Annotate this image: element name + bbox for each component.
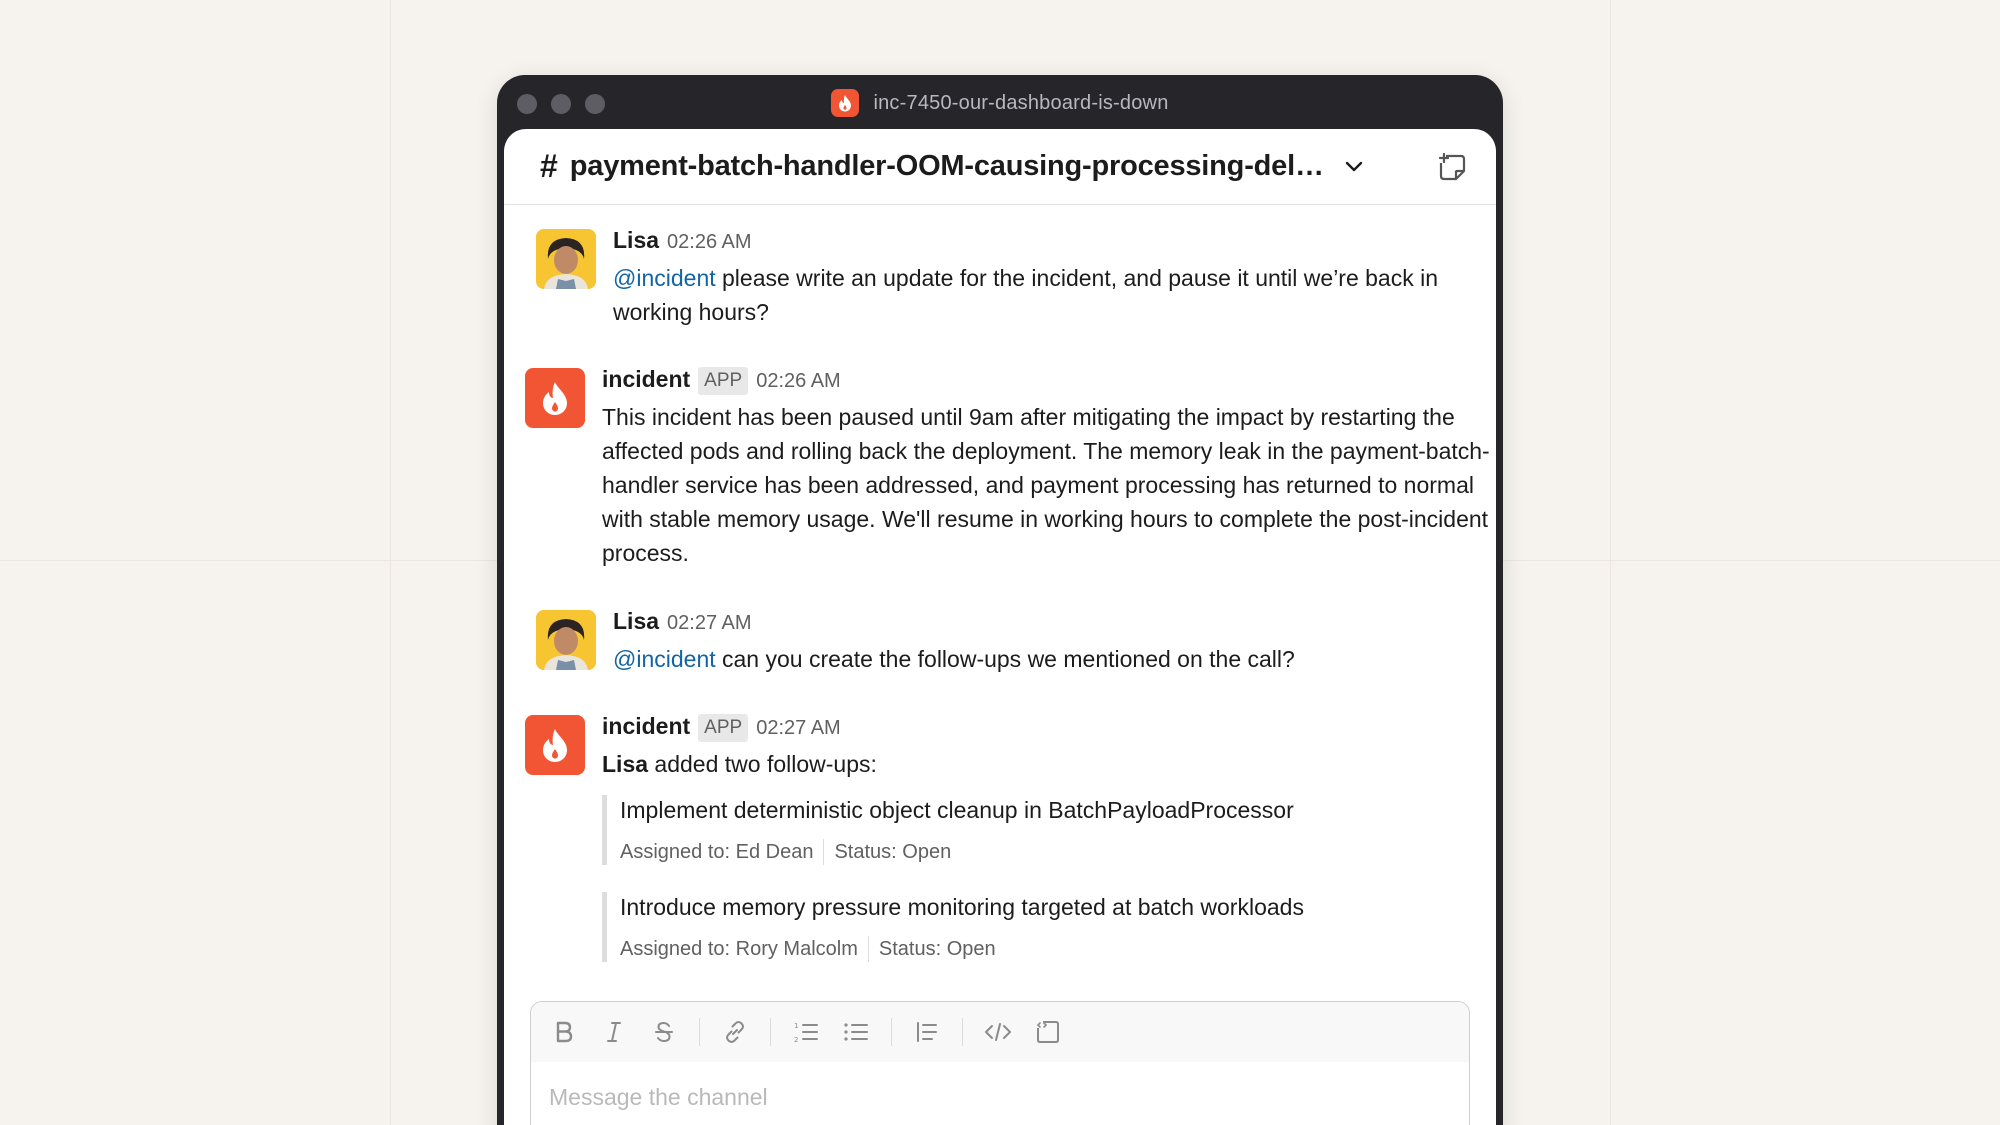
message-timestamp[interactable]: 02:27 AM bbox=[667, 612, 752, 635]
incident-logo-icon bbox=[831, 89, 860, 117]
message-timestamp[interactable]: 02:27 AM bbox=[756, 717, 841, 740]
chevron-down-icon[interactable] bbox=[1344, 160, 1364, 174]
message-meta: Lisa 02:26 AM bbox=[613, 227, 752, 254]
italic-icon[interactable] bbox=[599, 1017, 629, 1047]
code-icon[interactable] bbox=[983, 1017, 1013, 1047]
toolbar-divider bbox=[962, 1018, 963, 1046]
app-badge: APP bbox=[698, 714, 749, 742]
channel-header: # payment-batch-handler-OOM-causing-proc… bbox=[504, 129, 1496, 205]
message-timestamp[interactable]: 02:26 AM bbox=[756, 370, 841, 393]
followup-assignee: Assigned to: Rory Malcolm bbox=[620, 937, 858, 960]
divider bbox=[867, 936, 869, 962]
mention-link[interactable]: @incident bbox=[613, 265, 716, 291]
app-window: inc-7450-our-dashboard-is-down # payment… bbox=[497, 75, 1503, 1125]
followup-title[interactable]: Introduce memory pressure monitoring tar… bbox=[620, 892, 1304, 922]
app-avatar[interactable] bbox=[525, 715, 585, 775]
message-text: Lisa added two follow-ups: bbox=[602, 747, 1482, 781]
message-meta: incident APP 02:26 AM bbox=[602, 366, 841, 396]
bold-icon[interactable] bbox=[549, 1017, 579, 1047]
link-icon[interactable] bbox=[720, 1017, 750, 1047]
message-timestamp[interactable]: 02:26 AM bbox=[667, 231, 752, 254]
strikethrough-icon[interactable] bbox=[649, 1017, 679, 1047]
ordered-list-icon[interactable]: 12 bbox=[791, 1017, 821, 1047]
followup-assignee: Assigned to: Ed Dean bbox=[620, 840, 814, 863]
background-guide-vertical-left bbox=[390, 0, 391, 1125]
followup-meta: Assigned to: Ed Dean Status: Open bbox=[620, 839, 1294, 865]
window-title-group: inc-7450-our-dashboard-is-down bbox=[497, 89, 1503, 117]
toolbar-divider bbox=[770, 1018, 771, 1046]
sender-name[interactable]: incident bbox=[602, 713, 690, 740]
followup-meta: Assigned to: Rory Malcolm Status: Open bbox=[620, 936, 1304, 962]
blockquote-icon[interactable] bbox=[912, 1017, 942, 1047]
title-bar: inc-7450-our-dashboard-is-down bbox=[497, 75, 1503, 129]
channel-name[interactable]: payment-batch-handler-OOM-causing-proces… bbox=[570, 150, 1324, 183]
sender-name[interactable]: Lisa bbox=[613, 227, 659, 254]
channel-panel: # payment-batch-handler-OOM-causing-proc… bbox=[504, 129, 1496, 1125]
sender-name[interactable]: Lisa bbox=[613, 608, 659, 635]
canvas-icon[interactable] bbox=[1436, 151, 1468, 188]
followup-card[interactable]: Introduce memory pressure monitoring tar… bbox=[602, 892, 1304, 962]
actor-name[interactable]: Lisa bbox=[602, 751, 648, 777]
message-body: please write an update for the incident,… bbox=[613, 265, 1439, 325]
message-text: This incident has been paused until 9am … bbox=[602, 404, 1490, 566]
message-meta: incident APP 02:27 AM bbox=[602, 713, 841, 743]
message-body: added two follow-ups: bbox=[648, 751, 877, 777]
followup-status: Status: Open bbox=[878, 937, 996, 960]
followup-status: Status: Open bbox=[834, 840, 952, 863]
svg-text:1: 1 bbox=[794, 1022, 798, 1030]
channel-hash-icon: # bbox=[540, 148, 558, 184]
message-text: @incident can you create the follow-ups … bbox=[613, 642, 1483, 676]
sender-name[interactable]: incident bbox=[602, 366, 690, 393]
message-text: @incident please write an update for the… bbox=[613, 261, 1483, 329]
formatting-toolbar: 12 bbox=[531, 1002, 1469, 1062]
message-composer: 12 Message the channel bbox=[530, 1001, 1470, 1125]
window-title: inc-7450-our-dashboard-is-down bbox=[873, 91, 1169, 114]
followup-title[interactable]: Implement deterministic object cleanup i… bbox=[620, 795, 1294, 825]
avatar[interactable] bbox=[536, 610, 596, 670]
message-input[interactable]: Message the channel bbox=[531, 1062, 1469, 1125]
bulleted-list-icon[interactable] bbox=[841, 1017, 871, 1047]
app-badge: APP bbox=[698, 367, 749, 395]
followup-card[interactable]: Implement deterministic object cleanup i… bbox=[602, 795, 1294, 865]
divider bbox=[823, 839, 825, 865]
code-block-icon[interactable] bbox=[1033, 1017, 1063, 1047]
toolbar-divider bbox=[699, 1018, 700, 1046]
avatar[interactable] bbox=[536, 229, 596, 289]
message-body: can you create the follow-ups we mention… bbox=[715, 646, 1295, 672]
mention-link[interactable]: @incident bbox=[613, 646, 716, 672]
svg-text:2: 2 bbox=[794, 1036, 798, 1044]
background-guide-vertical-right bbox=[1610, 0, 1611, 1125]
app-avatar[interactable] bbox=[525, 368, 585, 428]
message-meta: Lisa 02:27 AM bbox=[613, 608, 752, 635]
toolbar-divider bbox=[891, 1018, 892, 1046]
